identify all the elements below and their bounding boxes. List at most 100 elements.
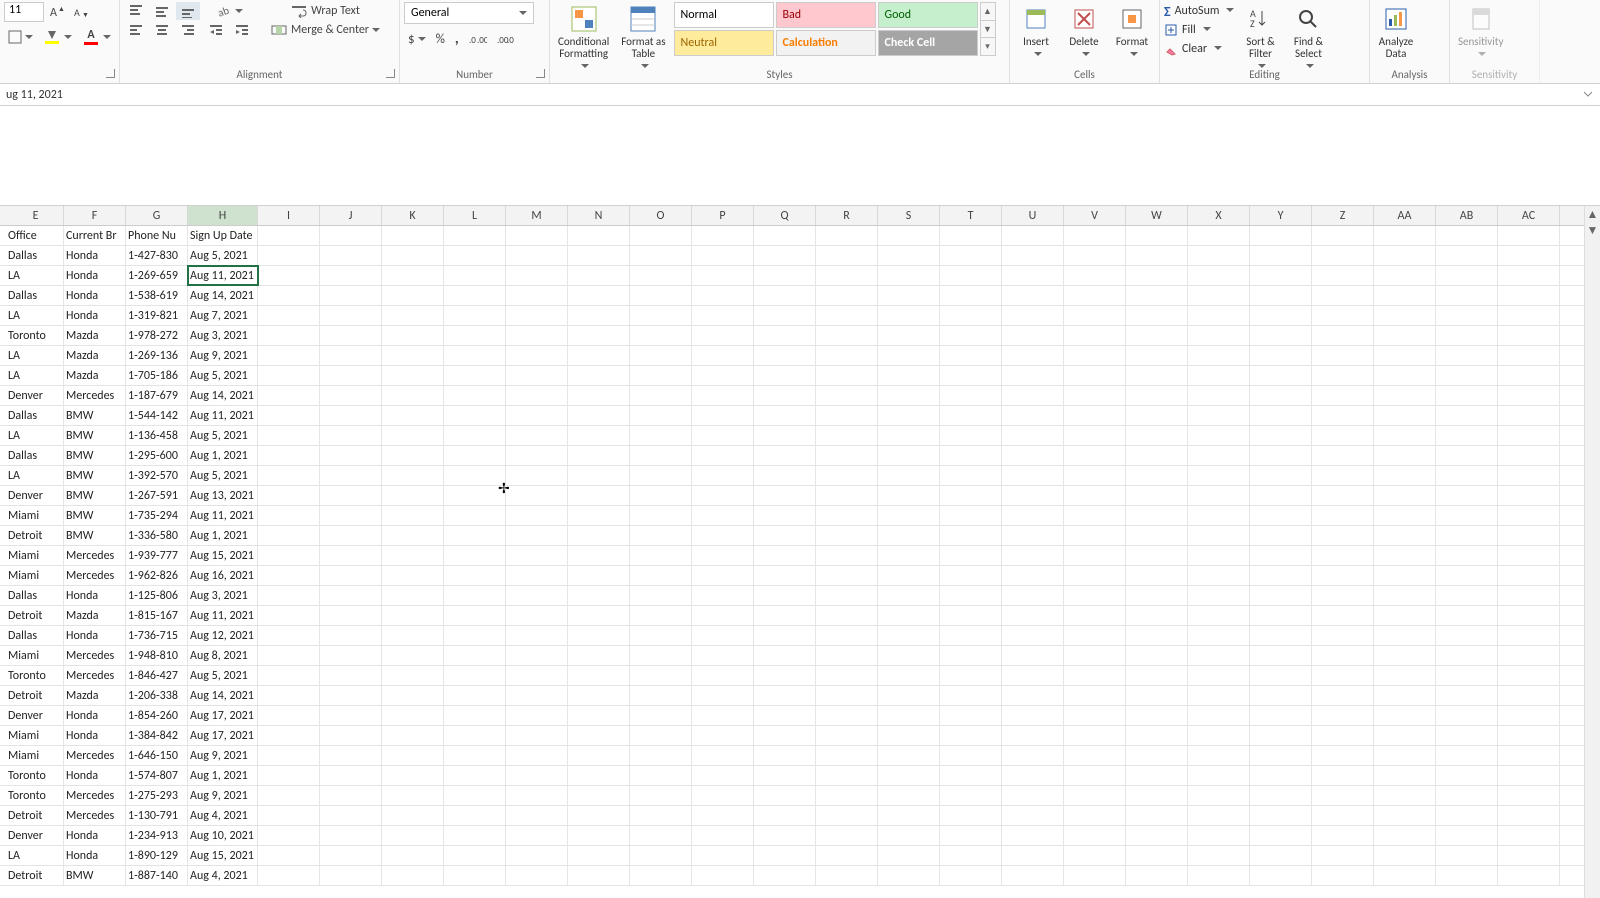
cell[interactable] (1064, 766, 1126, 785)
cell[interactable]: 1-978-272 (126, 326, 188, 345)
cell[interactable] (1064, 606, 1126, 625)
cell[interactable] (568, 386, 630, 405)
cell[interactable]: Honda (64, 246, 126, 265)
cell[interactable] (568, 506, 630, 525)
cell[interactable] (1436, 706, 1498, 725)
cell[interactable] (816, 666, 878, 685)
cell[interactable] (444, 646, 506, 665)
cell[interactable] (1064, 246, 1126, 265)
cell[interactable]: Mazda (64, 366, 126, 385)
cell[interactable] (1126, 406, 1188, 425)
cell[interactable] (258, 506, 320, 525)
cell[interactable]: Dallas (0, 286, 64, 305)
cell[interactable] (258, 566, 320, 585)
autosum-button[interactable]: Σ AutoSum (1164, 2, 1234, 20)
cell[interactable] (816, 626, 878, 645)
align-center-button[interactable] (150, 21, 174, 39)
cell[interactable] (692, 366, 754, 385)
cell[interactable] (1250, 606, 1312, 625)
cell[interactable] (1312, 706, 1374, 725)
cell[interactable] (1188, 666, 1250, 685)
cell[interactable]: Honda (64, 286, 126, 305)
cell[interactable] (940, 766, 1002, 785)
cell[interactable] (1002, 826, 1064, 845)
cell[interactable] (444, 786, 506, 805)
cell[interactable] (1188, 566, 1250, 585)
format-as-table-button[interactable]: Format asTable (617, 2, 669, 76)
cell[interactable]: LA (0, 346, 64, 365)
cell[interactable] (754, 246, 816, 265)
cell[interactable] (754, 466, 816, 485)
cell[interactable] (1498, 246, 1560, 265)
cell[interactable] (1498, 686, 1560, 705)
cell[interactable] (1250, 286, 1312, 305)
cell[interactable] (1436, 846, 1498, 865)
cell[interactable] (940, 286, 1002, 305)
cell[interactable] (1312, 766, 1374, 785)
cell[interactable] (1126, 686, 1188, 705)
cell[interactable] (1498, 326, 1560, 345)
orientation-button[interactable]: ab (204, 2, 254, 20)
cell[interactable] (568, 466, 630, 485)
cell-styles-gallery[interactable]: Normal Bad Good Neutral Calculation Chec… (674, 2, 978, 56)
cell[interactable] (1064, 846, 1126, 865)
cell[interactable]: Aug 5, 2021 (188, 366, 258, 385)
cell[interactable] (1498, 646, 1560, 665)
cell[interactable]: 1-269-136 (126, 346, 188, 365)
table-row[interactable]: DallasBMW1-295-600Aug 1, 2021 (0, 446, 1600, 466)
cell[interactable] (816, 406, 878, 425)
cell[interactable] (754, 426, 816, 445)
cell[interactable] (1250, 366, 1312, 385)
cell[interactable] (258, 446, 320, 465)
cell[interactable] (754, 326, 816, 345)
vertical-scrollbar[interactable]: ▲ ▼ (1584, 206, 1600, 898)
cell[interactable] (754, 306, 816, 325)
cell[interactable] (1436, 426, 1498, 445)
cell[interactable] (382, 806, 444, 825)
cell[interactable] (568, 346, 630, 365)
cell[interactable] (568, 806, 630, 825)
cell[interactable] (506, 446, 568, 465)
cell[interactable] (1188, 426, 1250, 445)
cell[interactable] (1064, 366, 1126, 385)
cell[interactable] (630, 466, 692, 485)
cell[interactable] (1498, 846, 1560, 865)
cell[interactable] (1374, 806, 1436, 825)
conditional-formatting-button[interactable]: ConditionalFormatting (554, 2, 613, 76)
cell[interactable] (878, 686, 940, 705)
style-check-cell[interactable]: Check Cell (878, 30, 978, 56)
cell[interactable]: BMW (64, 506, 126, 525)
cell[interactable] (630, 406, 692, 425)
table-row[interactable]: LAHonda1-269-659Aug 11, 2021 (0, 266, 1600, 286)
cell[interactable] (816, 646, 878, 665)
cell[interactable] (878, 546, 940, 565)
cell[interactable] (1312, 326, 1374, 345)
cell[interactable] (1126, 726, 1188, 745)
cell[interactable]: 1-130-791 (126, 806, 188, 825)
cell[interactable] (1374, 566, 1436, 585)
formula-bar-expand-icon[interactable] (1582, 88, 1596, 102)
cell[interactable] (1064, 226, 1126, 245)
cell[interactable] (258, 306, 320, 325)
cell[interactable]: Aug 3, 2021 (188, 586, 258, 605)
cell[interactable] (444, 546, 506, 565)
cell[interactable] (568, 226, 630, 245)
cell[interactable] (630, 266, 692, 285)
cell[interactable] (1374, 266, 1436, 285)
cell[interactable] (1498, 526, 1560, 545)
cell[interactable] (1498, 286, 1560, 305)
cell[interactable] (382, 826, 444, 845)
cell[interactable] (506, 486, 568, 505)
cell[interactable] (630, 606, 692, 625)
cell[interactable] (1436, 286, 1498, 305)
cell[interactable] (940, 626, 1002, 645)
cell[interactable] (692, 846, 754, 865)
cell[interactable] (754, 666, 816, 685)
cell[interactable] (258, 406, 320, 425)
cell[interactable] (1188, 826, 1250, 845)
cell[interactable] (1126, 846, 1188, 865)
cell[interactable] (258, 766, 320, 785)
table-row[interactable]: MiamiMercedes1-646-150Aug 9, 2021 (0, 746, 1600, 766)
cell[interactable] (692, 326, 754, 345)
style-good[interactable]: Good (878, 2, 978, 28)
